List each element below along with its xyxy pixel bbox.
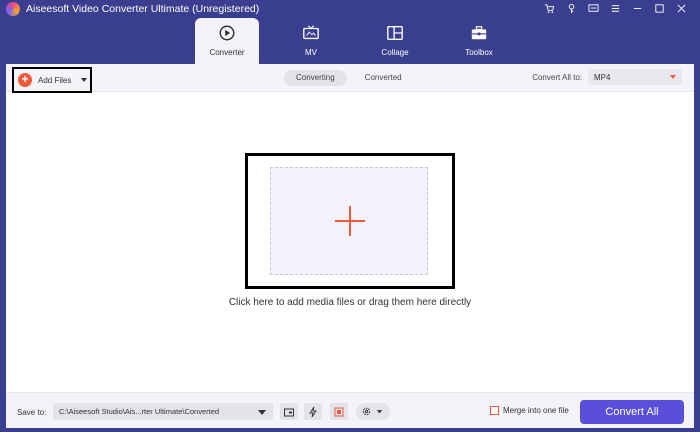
tab-mv[interactable]: MV (279, 18, 343, 64)
converter-icon (219, 25, 235, 41)
tab-mv-label: MV (305, 48, 317, 57)
merge-checkbox[interactable] (490, 406, 499, 415)
chevron-down-icon (376, 410, 383, 414)
menu-icon[interactable] (604, 1, 626, 15)
tab-collage-label: Collage (381, 48, 409, 57)
drop-zone-frame (245, 153, 455, 289)
tv-icon (303, 25, 319, 40)
cart-icon[interactable] (538, 1, 560, 15)
converter-panel: + Add Files Converting Converted Convert… (6, 64, 694, 428)
status-segments: Converting Converted (284, 70, 414, 86)
chevron-down-icon[interactable] (258, 410, 266, 415)
app-logo-icon (6, 2, 20, 16)
key-icon[interactable] (560, 1, 582, 15)
convert-all-to: Convert All to: MP4 (532, 69, 682, 85)
convert-all-button[interactable]: Convert All (580, 400, 684, 424)
merge-option[interactable]: Merge into one file (490, 406, 569, 415)
tab-converted[interactable]: Converted (353, 70, 414, 86)
converter-toolbar: + Add Files Converting Converted Convert… (6, 64, 694, 93)
gpu-icon (334, 407, 344, 416)
drop-hint: Click here to add media files or drag th… (228, 297, 472, 308)
title-bar: Aiseesoft Video Converter Ultimate (Unre… (0, 0, 700, 64)
format-value: MP4 (594, 72, 611, 82)
app-title: Aiseesoft Video Converter Ultimate (Unre… (26, 3, 260, 15)
gpu-acceleration-button[interactable] (330, 403, 348, 420)
format-select[interactable]: MP4 (588, 69, 682, 85)
collage-icon (387, 26, 403, 40)
lightning-off-icon (309, 406, 317, 417)
chevron-down-icon (670, 75, 676, 79)
folder-icon (284, 408, 294, 416)
tab-toolbox-label: Toolbox (465, 48, 493, 57)
hardware-acceleration-button[interactable] (304, 403, 322, 420)
bottom-bar: Save to: C:\Aiseesoft Studio\Ais...rter … (6, 392, 694, 428)
chevron-down-icon[interactable] (81, 78, 88, 82)
toolbox-icon (471, 26, 487, 40)
save-path-select[interactable]: C:\Aiseesoft Studio\Ais...rter Ultimate\… (53, 403, 273, 420)
chat-icon[interactable] (582, 1, 604, 15)
convert-all-to-label: Convert All to: (532, 72, 582, 82)
merge-label: Merge into one file (503, 406, 569, 415)
close-icon[interactable] (670, 1, 692, 15)
minimize-icon[interactable] (626, 1, 648, 15)
open-folder-button[interactable] (280, 403, 298, 420)
tab-converting[interactable]: Converting (284, 70, 347, 86)
tab-toolbox[interactable]: Toolbox (447, 18, 511, 64)
window-controls (538, 1, 692, 15)
maximize-icon[interactable] (648, 1, 670, 15)
add-files-label: Add Files (38, 75, 72, 85)
save-to-label: Save to: (17, 408, 47, 417)
settings-button[interactable] (356, 403, 390, 420)
plus-icon-vertical (349, 206, 351, 236)
tab-converter-label: Converter (209, 48, 245, 57)
add-files-button[interactable]: + Add Files (12, 67, 92, 93)
tab-collage[interactable]: Collage (363, 18, 427, 64)
drop-zone[interactable] (270, 167, 428, 275)
tab-converter[interactable]: Converter (195, 18, 259, 64)
add-plus-icon: + (18, 73, 32, 87)
gear-icon (362, 407, 371, 416)
main-tabs: Converter MV Collage Toolbox (195, 18, 529, 64)
